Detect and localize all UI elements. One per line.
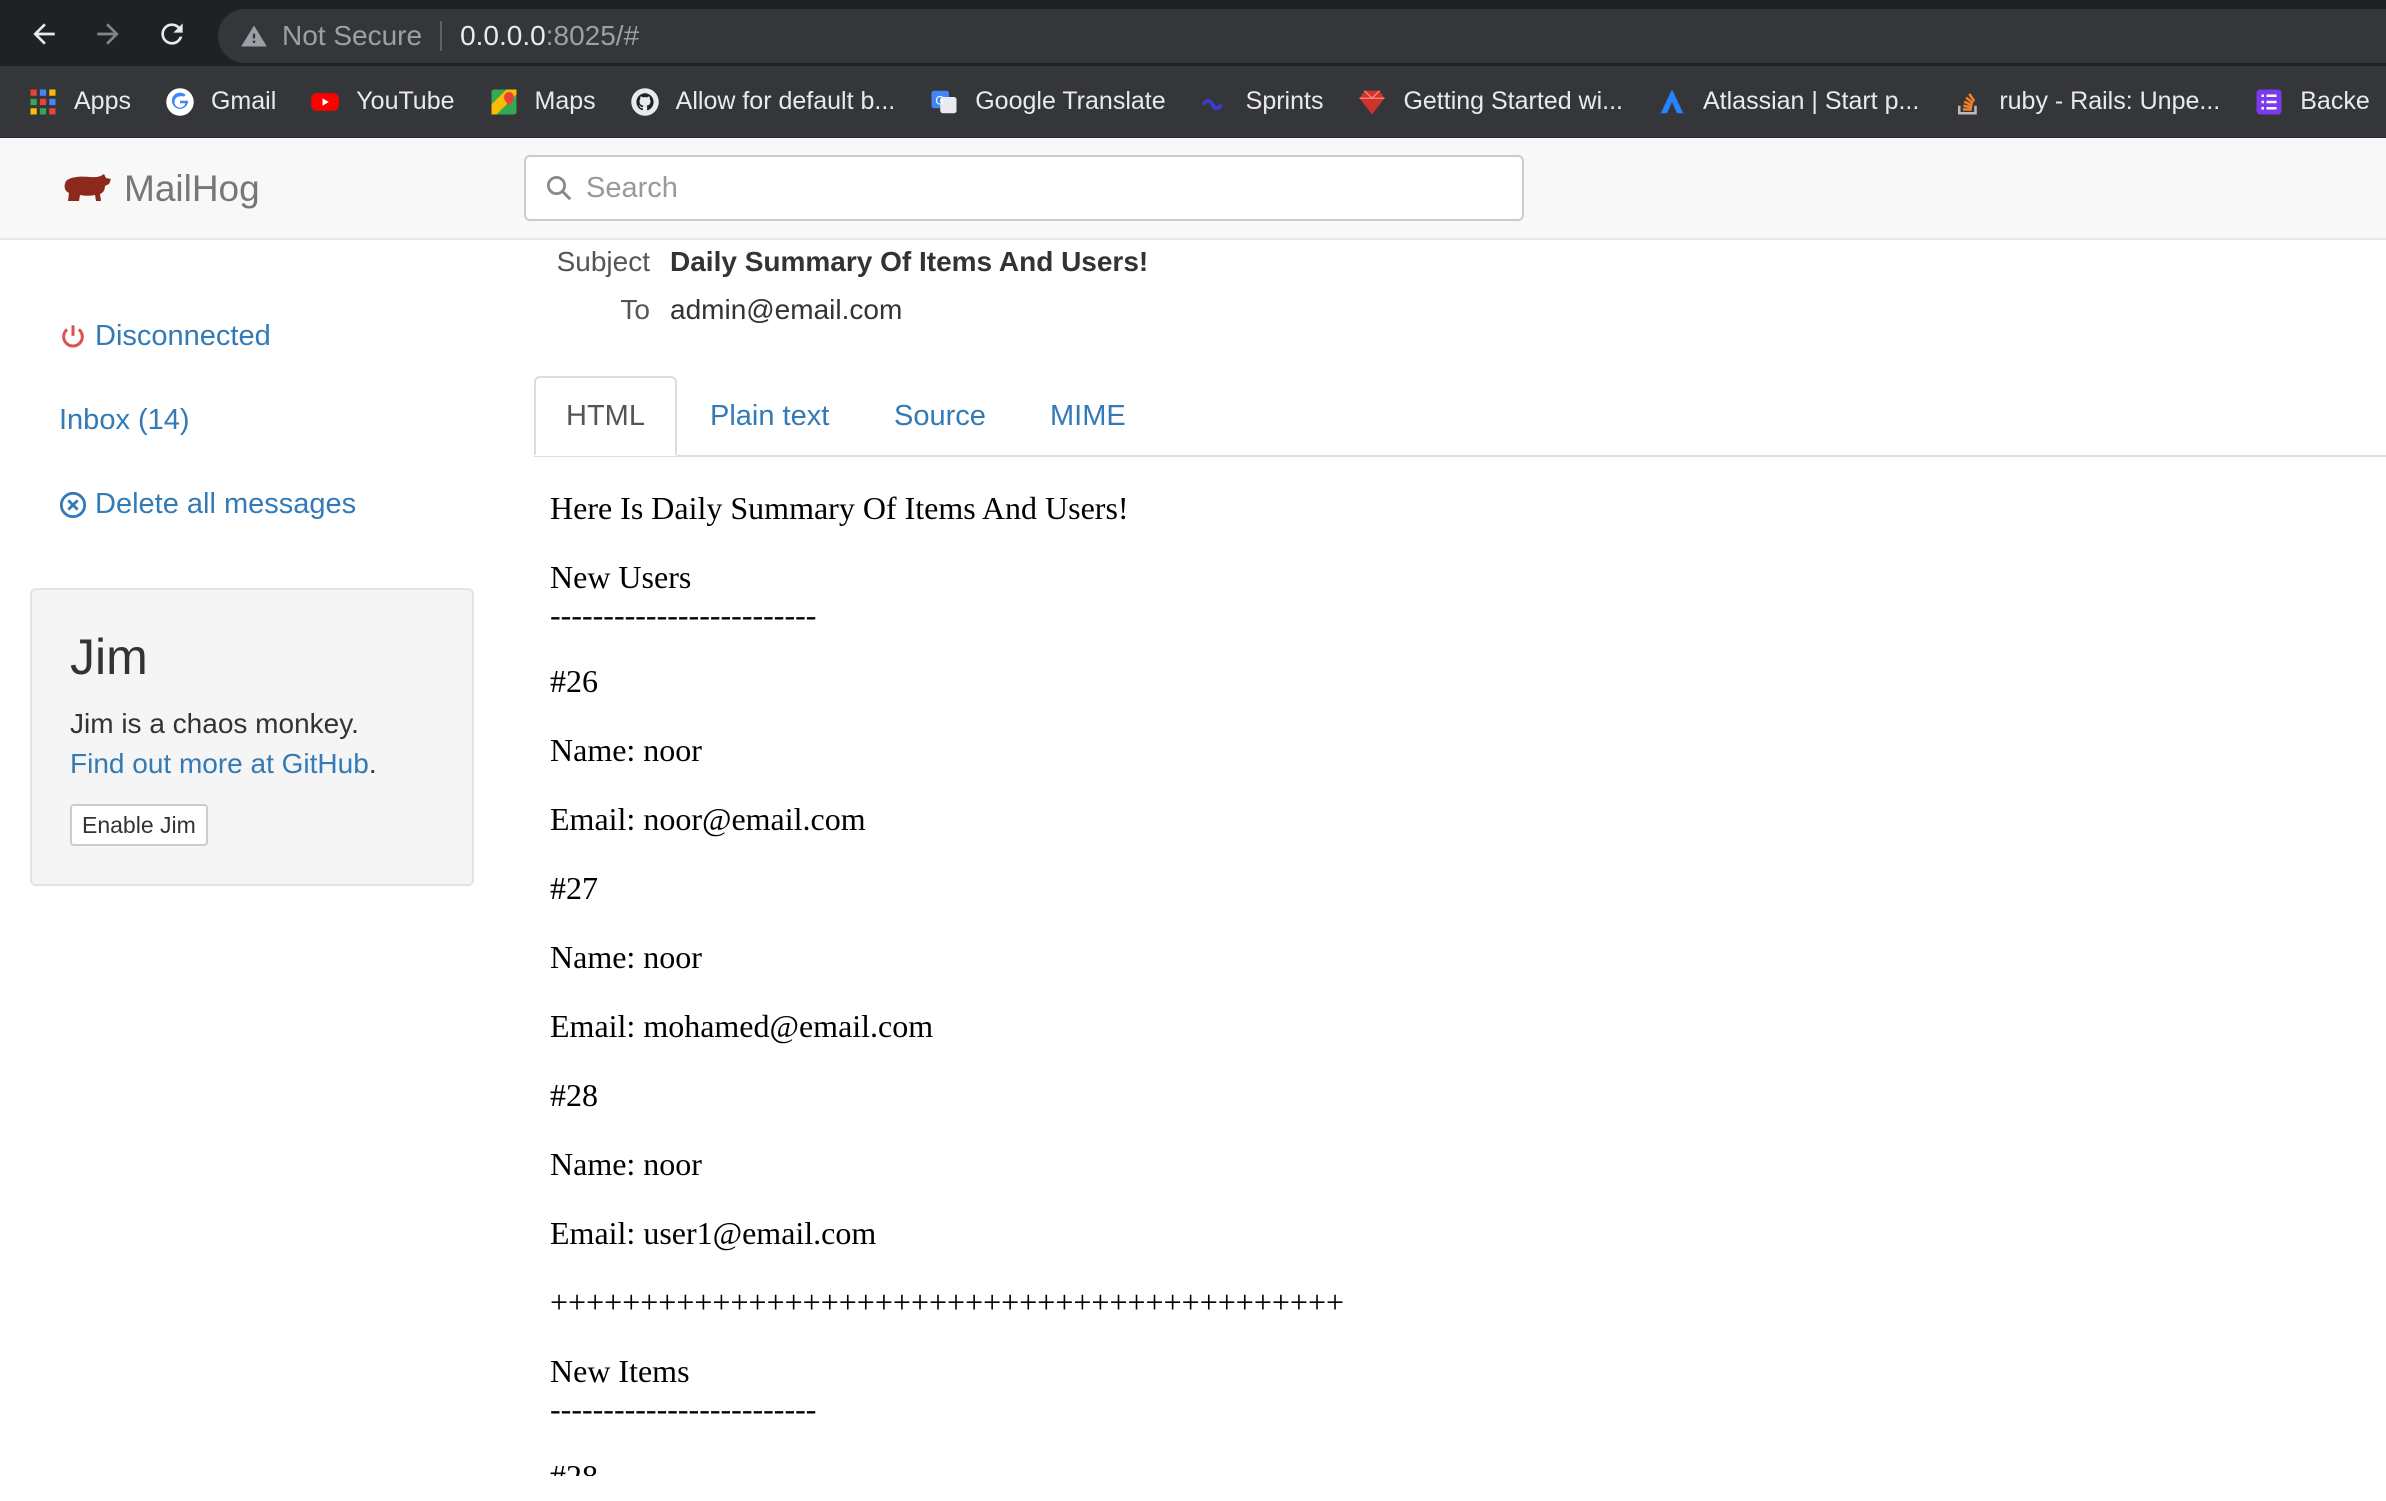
body-user-id: #28 [550,1077,598,1113]
subject-label: Subject [556,246,650,277]
bookmark-label: Allow for default b... [675,87,896,115]
message-body: Here Is Daily Summary Of Items And Users… [550,484,2330,1476]
body-user-name: Name: noor [550,732,702,768]
back-arrow-icon [33,23,55,45]
body-section-heading: New Users [550,559,692,595]
body-separator: ------------------------- [550,1391,817,1427]
github-icon [630,87,660,117]
bookmark-github[interactable]: Allow for default b... [630,87,896,117]
jim-description-text: Jim is a chaos monkey. [70,708,359,739]
bookmark-getting-started[interactable]: Getting Started wi... [1357,87,1623,117]
mailhog-navbar: MailHog [0,138,2386,240]
search-box[interactable] [524,155,1524,221]
forward-button[interactable] [86,12,130,56]
bookmark-atlassian[interactable]: Atlassian | Start p... [1657,87,1919,117]
apps-grid-icon [28,87,58,117]
inbox-link[interactable]: Inbox (14) [59,404,190,437]
body-separator: ------------------------- [550,597,817,633]
bookmark-label: ruby - Rails: Unpe... [1999,87,2221,115]
address-divider [440,21,443,51]
bookmark-label: Getting Started wi... [1403,87,1623,115]
body-user-email: Email: noor@email.com [550,801,866,837]
url-path: :8025/# [545,20,640,51]
body-item-id: #28 [550,1458,598,1476]
google-icon [165,87,195,117]
bookmark-gmail[interactable]: Gmail [165,87,276,117]
bookmark-label: Maps [534,87,596,115]
bookmark-youtube[interactable]: YouTube [310,87,455,117]
body-user-id: #26 [550,663,598,699]
maps-icon [489,87,519,117]
list-icon [2254,87,2284,117]
atlassian-icon [1657,87,1687,117]
reload-icon [161,23,183,45]
body-user-name: Name: noor [550,1146,702,1182]
enable-jim-button[interactable]: Enable Jim [70,804,208,846]
bookmark-label: Sprints [1245,87,1324,115]
remove-circle-icon [59,491,87,518]
bookmark-google-translate[interactable]: G Google Translate [929,87,1166,117]
bookmark-label: Apps [74,87,131,115]
connection-status-label: Disconnected [95,320,271,352]
security-status: Not Secure [282,20,423,51]
body-user-email: Email: user1@email.com [550,1215,877,1251]
body-user-name: Name: noor [550,939,702,975]
address-bar[interactable]: Not Secure 0.0.0.0:8025/# [218,9,2386,63]
browser-toolbar: Not Secure 0.0.0.0:8025/# [0,0,2386,66]
bookmark-label: Gmail [210,87,277,115]
tab-mime[interactable]: MIME [1020,376,1156,456]
to-label: To [620,294,650,325]
url-host: 0.0.0.0 [460,20,546,51]
delete-all-link[interactable]: Delete all messages [59,488,356,521]
message-subject: Daily Summary Of Items And Users! [670,246,1149,277]
bookmark-backend[interactable]: Backe [2254,87,2370,117]
body-user-id: #27 [550,870,598,906]
brand[interactable]: MailHog [60,168,260,210]
body-user-email: Email: mohamed@email.com [550,1008,934,1044]
bookmark-maps[interactable]: Maps [489,87,596,117]
back-button[interactable] [22,12,66,56]
forward-arrow-icon [97,23,119,45]
ruby-icon [1357,87,1387,117]
brand-name: MailHog [124,168,260,209]
body-section-heading: New Items [550,1353,690,1389]
body-divider-plus: ++++++++++++++++++++++++++++++++++++++++… [550,1284,1345,1320]
reload-button[interactable] [150,12,194,56]
bookmarks-bar: Apps Gmail YouTube Maps Allow for defaul… [0,66,2386,138]
bookmark-apps[interactable]: Apps [28,87,131,117]
message-to: admin@email.com [670,294,903,325]
delete-all-label: Delete all messages [95,488,357,520]
body-intro: Here Is Daily Summary Of Items And Users… [550,490,1129,526]
warning-icon [241,25,267,47]
jim-title: Jim [70,629,148,685]
hog-logo-icon [64,174,111,201]
bookmark-label: Google Translate [975,87,1166,115]
bookmark-label: Atlassian | Start p... [1703,87,1920,115]
jim-description: Jim is a chaos monkey. Find out more at … [70,704,377,784]
bookmark-sprints[interactable]: Sprints [1200,87,1324,117]
youtube-icon [310,87,340,117]
translate-icon: G [929,87,959,117]
bookmark-label: Backe [2300,87,2370,115]
stackoverflow-icon [1953,87,1983,117]
jim-panel: Jim Jim is a chaos monkey. Find out more… [30,588,474,886]
search-input[interactable] [586,171,1506,205]
connection-status-link[interactable]: Disconnected [59,320,271,353]
jim-github-link[interactable]: Find out more at GitHub [70,748,369,779]
bookmark-label: YouTube [356,87,455,115]
svg-text:G: G [935,94,944,107]
inbox-label: Inbox (14) [59,404,190,436]
tab-source[interactable]: Source [864,376,1016,456]
sprints-icon [1200,87,1230,117]
search-icon [547,176,572,201]
jim-link-suffix: . [368,748,377,779]
bookmark-stackoverflow[interactable]: ruby - Rails: Unpe... [1953,87,2220,117]
tab-plain-text[interactable]: Plain text [680,376,859,456]
tab-html[interactable]: HTML [534,376,677,456]
power-icon [62,324,84,347]
